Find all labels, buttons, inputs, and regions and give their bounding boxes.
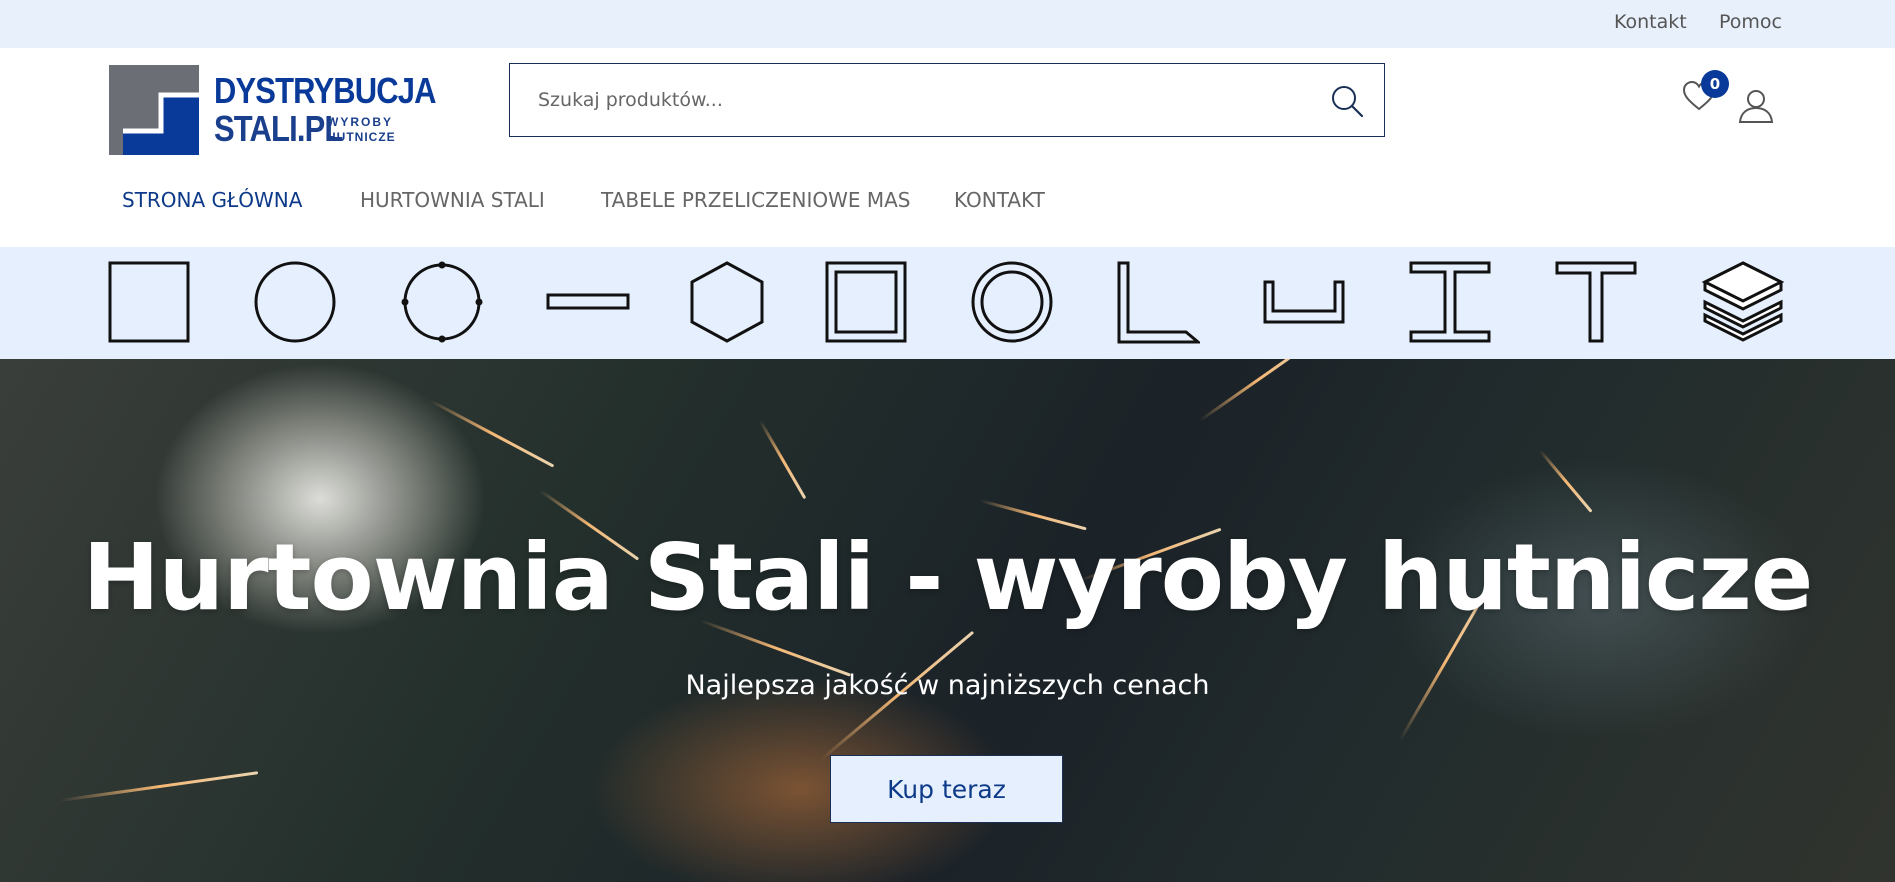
nav-item-kontakt[interactable]: KONTAKT — [954, 188, 1045, 212]
hero-spark — [59, 771, 259, 802]
site-header: DYSTRYBUCJA STALI.PL WYROBY HUTNICZE 0 S… — [0, 48, 1895, 247]
search-icon[interactable] — [1330, 84, 1364, 118]
account-button[interactable] — [1738, 88, 1774, 124]
logo-mark-icon — [109, 65, 199, 155]
hexagon-bar-icon[interactable] — [685, 260, 769, 344]
site-logo[interactable]: DYSTRYBUCJA STALI.PL WYROBY HUTNICZE — [109, 65, 436, 155]
hero-spark — [429, 399, 555, 468]
hero-spark — [1199, 359, 1316, 422]
hero-subtitle: Najlepsza jakość w najniższych cenach — [685, 670, 1210, 701]
nav-item-strona-glowna[interactable]: STRONA GŁÓWNA — [122, 188, 302, 212]
search-box — [509, 63, 1385, 137]
search-input[interactable] — [538, 84, 1298, 116]
flat-bar-icon[interactable] — [546, 260, 630, 344]
wishlist-button[interactable]: 0 — [1681, 70, 1729, 114]
square-bar-icon[interactable] — [107, 260, 191, 344]
round-tube-icon[interactable] — [400, 260, 484, 344]
wishlist-count-badge: 0 — [1701, 70, 1729, 98]
hero-banner: Hurtownia Stali - wyroby hutnicze Najlep… — [0, 359, 1895, 882]
logo-line-1: DYSTRYBUCJA — [214, 70, 436, 111]
nav-item-hurtownia-stali[interactable]: HURTOWNIA STALI — [360, 188, 545, 212]
hero-spark — [758, 419, 807, 500]
user-icon — [1738, 90, 1774, 123]
i-beam-icon[interactable] — [1408, 260, 1492, 344]
hero-title: Hurtownia Stali - wyroby hutnicze — [82, 524, 1814, 631]
channel-profile-icon[interactable] — [1262, 260, 1346, 344]
circular-pipe-icon[interactable] — [970, 260, 1054, 344]
category-icons-strip — [0, 247, 1895, 359]
square-tube-icon[interactable] — [824, 260, 908, 344]
logo-tag-2: HUTNICZE — [327, 130, 396, 144]
buy-now-button[interactable]: Kup teraz — [830, 755, 1063, 823]
logo-line-2: STALI.PL — [214, 108, 343, 149]
nav-item-tabele[interactable]: TABELE PRZELICZENIOWE MAS — [601, 188, 910, 212]
angle-profile-icon[interactable] — [1116, 260, 1200, 344]
hero-spark — [1538, 449, 1593, 513]
sheet-layers-icon[interactable] — [1701, 260, 1785, 344]
logo-tag-1: WYROBY — [327, 115, 393, 129]
topbar-link-kontakt[interactable]: Kontakt — [1614, 11, 1687, 33]
top-bar: Kontakt Pomoc — [0, 0, 1895, 48]
round-bar-icon[interactable] — [253, 260, 337, 344]
topbar-link-pomoc[interactable]: Pomoc — [1719, 11, 1782, 33]
t-profile-icon[interactable] — [1554, 260, 1638, 344]
